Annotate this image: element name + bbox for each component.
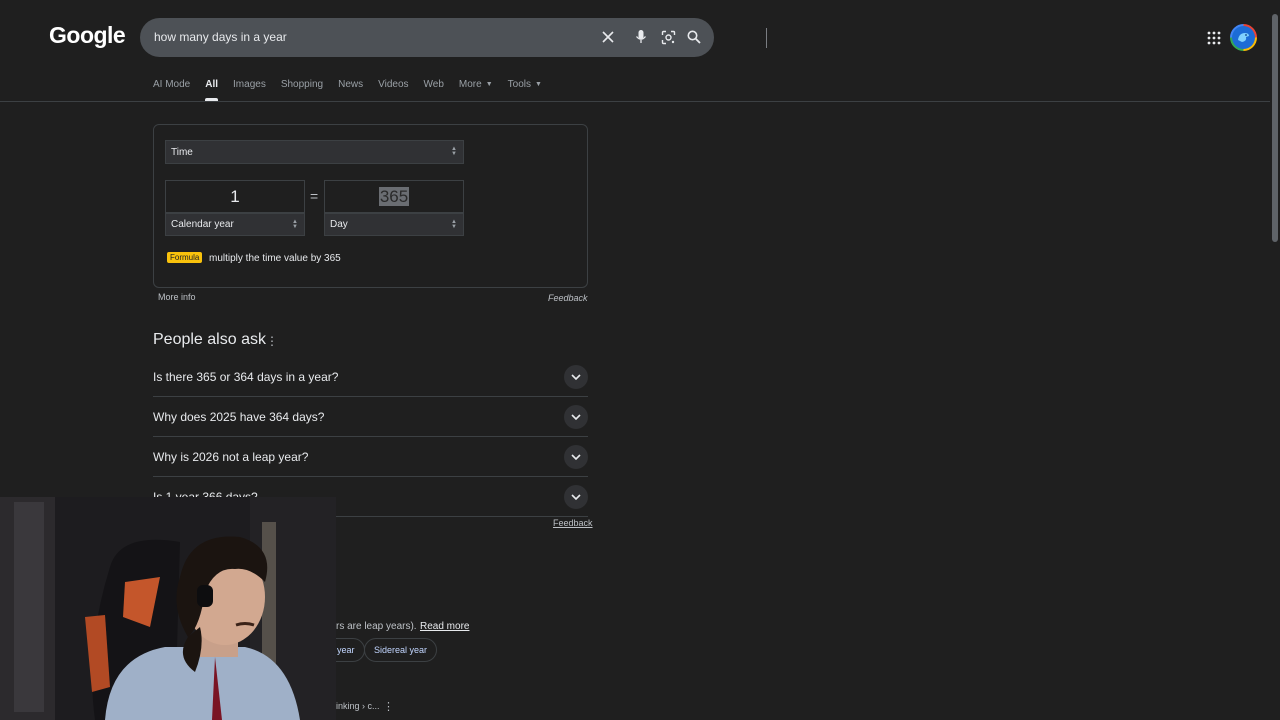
converter-feedback-link[interactable]: Feedback: [548, 293, 588, 303]
to-value-input[interactable]: 365: [324, 180, 464, 213]
formula-text: multiply the time value by 365: [209, 253, 341, 264]
result-snippet: rs are leap years).: [336, 621, 417, 632]
formula-badge: Formula: [167, 252, 203, 263]
search-tabs: AI Mode All Images Shopping News Videos …: [153, 79, 557, 101]
camera-lens-icon: [661, 30, 675, 44]
people-also-ask-heading: People also ask: [153, 331, 266, 348]
category-select-value: Time: [171, 146, 193, 158]
to-unit-select[interactable]: Day ▲ ▼: [324, 213, 464, 236]
caret-down-icon: ▼: [485, 81, 493, 88]
scrollbar-thumb[interactable]: [1272, 14, 1278, 242]
to-value-text: 365: [378, 187, 410, 206]
bird-icon: [1238, 33, 1249, 42]
paa-question[interactable]: Why does 2025 have 364 days?: [153, 397, 588, 437]
voice-search-button[interactable]: [631, 27, 651, 47]
tab-web[interactable]: Web: [424, 79, 444, 101]
page-scrollbar[interactable]: [1270, 0, 1280, 720]
to-unit-value: Day: [330, 219, 348, 230]
search-input[interactable]: [154, 26, 584, 48]
apps-grid-button[interactable]: [1204, 28, 1224, 48]
close-icon: [602, 31, 614, 43]
unit-converter-card: Time ▲▼ = 365 Calendar year ▲▼ Day ▲▼ Fo…: [153, 124, 588, 288]
microphone-icon: [635, 30, 647, 43]
search-divider: [766, 28, 767, 48]
tab-news[interactable]: News: [338, 79, 363, 101]
search-button[interactable]: [684, 27, 704, 47]
chevron-down-icon[interactable]: [564, 445, 588, 469]
from-value-input[interactable]: [165, 180, 305, 213]
updown-arrow-icon: ▲ ▼: [292, 218, 298, 230]
tab-images[interactable]: Images: [233, 79, 266, 101]
equals-sign: =: [310, 188, 319, 204]
account-avatar[interactable]: [1230, 24, 1257, 51]
webcam-image: [0, 497, 336, 720]
google-logo[interactable]: Google: [49, 22, 126, 49]
clear-search-button[interactable]: [598, 27, 618, 47]
more-options-icon[interactable]: ⋮: [266, 334, 278, 348]
result-breadcrumb[interactable]: inking › c...: [336, 701, 380, 711]
from-unit-value: Calendar year: [171, 219, 234, 230]
tab-videos[interactable]: Videos: [378, 79, 408, 101]
lens-search-button[interactable]: [658, 27, 678, 47]
from-unit-select[interactable]: Calendar year ▲ ▼: [165, 213, 305, 236]
read-more-link[interactable]: Read more: [420, 621, 469, 632]
chevron-down-icon[interactable]: [564, 365, 588, 389]
paa-question-text: Why does 2025 have 364 days?: [153, 410, 325, 424]
caret-down-icon: ▼: [535, 81, 542, 88]
updown-arrow-icon: ▲ ▼: [451, 146, 457, 157]
webcam-overlay: [0, 497, 336, 720]
more-options-icon[interactable]: ⋮: [383, 700, 394, 713]
paa-question[interactable]: Is there 365 or 364 days in a year?: [153, 357, 588, 397]
avatar-image: [1232, 26, 1255, 49]
paa-question-text: Why is 2026 not a leap year?: [153, 450, 309, 464]
chevron-down-icon[interactable]: [564, 405, 588, 429]
tab-all[interactable]: All: [205, 79, 218, 101]
tab-tools[interactable]: Tools ▼: [508, 79, 542, 101]
tab-shopping[interactable]: Shopping: [281, 79, 323, 101]
grid-icon: [1207, 31, 1221, 45]
search-icon: [687, 30, 701, 44]
search-bar[interactable]: [140, 18, 767, 57]
related-chip[interactable]: Sidereal year: [364, 638, 438, 662]
chevron-down-icon[interactable]: [564, 485, 588, 509]
tab-more[interactable]: More ▼: [459, 79, 493, 101]
category-select[interactable]: Time ▲ ▼: [165, 140, 464, 164]
updown-arrow-icon: ▲ ▼: [451, 218, 457, 230]
paa-question-text: Is there 365 or 364 days in a year?: [153, 370, 339, 384]
tab-ai-mode[interactable]: AI Mode: [153, 79, 190, 101]
paa-question[interactable]: Why is 2026 not a leap year?: [153, 437, 588, 477]
tabs-divider: [0, 101, 1270, 102]
paa-feedback-link[interactable]: Feedback: [553, 518, 593, 528]
more-info-link[interactable]: More info: [158, 292, 196, 302]
